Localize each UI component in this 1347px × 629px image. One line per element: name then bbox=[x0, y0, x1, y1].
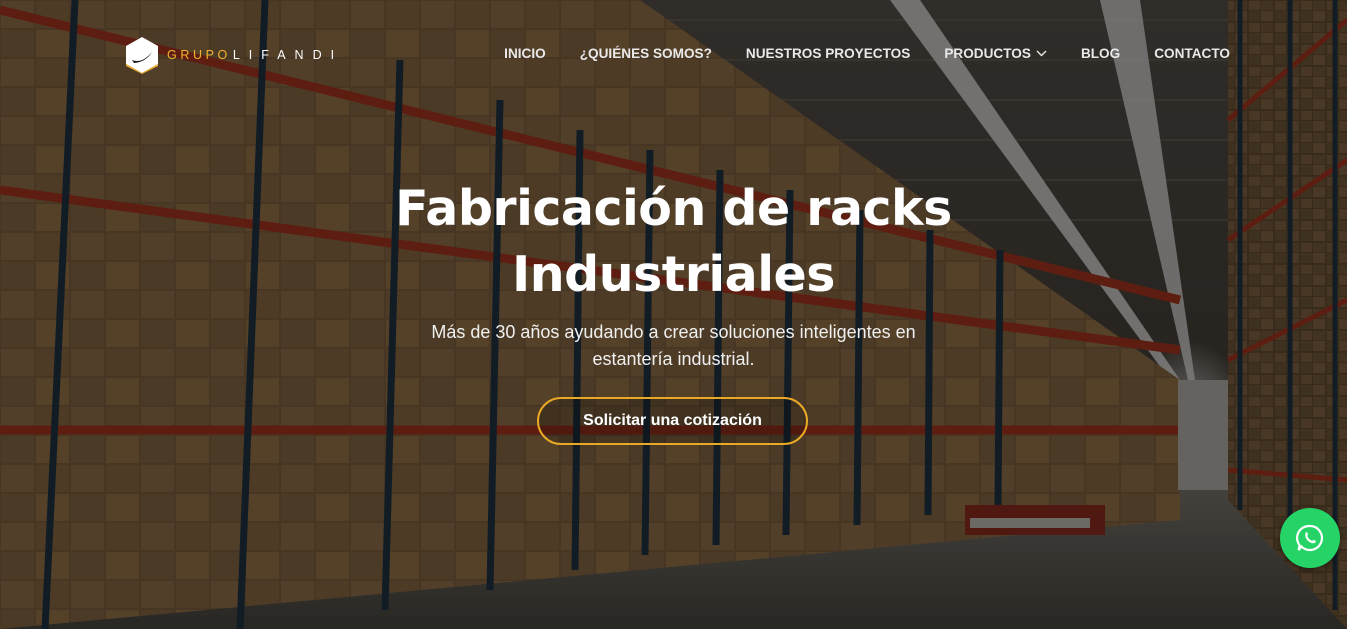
hero-title-line2: Industriales bbox=[512, 246, 835, 303]
nav-item-productos[interactable]: PRODUCTOS bbox=[944, 46, 1047, 61]
nav-label: ¿QUIÉNES SOMOS? bbox=[579, 46, 712, 61]
hexagon-logo-icon bbox=[126, 37, 158, 74]
chevron-down-icon bbox=[1036, 50, 1047, 57]
hero-title: Fabricación de racks Industriales bbox=[0, 176, 1347, 308]
brand-wordmark: GRUPO LIFANDI bbox=[167, 48, 343, 62]
nav-label: CONTACTO bbox=[1154, 46, 1230, 61]
nav-item-contacto[interactable]: CONTACTO bbox=[1154, 46, 1230, 61]
nav-item-quienes-somos[interactable]: ¿QUIÉNES SOMOS? bbox=[580, 46, 712, 61]
main-nav: INICIO ¿QUIÉNES SOMOS? NUESTROS PROYECTO… bbox=[504, 46, 1230, 61]
request-quote-button[interactable]: Solicitar una cotización bbox=[537, 397, 808, 445]
whatsapp-button[interactable] bbox=[1280, 508, 1340, 568]
nav-label: PRODUCTOS bbox=[944, 46, 1031, 61]
nav-label: BLOG bbox=[1080, 46, 1121, 61]
brand-name-part2: LIFANDI bbox=[232, 48, 344, 62]
nav-label: NUESTROS PROYECTOS bbox=[745, 46, 911, 61]
nav-item-blog[interactable]: BLOG bbox=[1081, 46, 1120, 61]
nav-label: INICIO bbox=[504, 46, 546, 61]
hero-subtitle: Más de 30 años ayudando a crear solucion… bbox=[431, 322, 916, 369]
nav-item-inicio[interactable]: INICIO bbox=[504, 46, 546, 61]
whatsapp-icon bbox=[1296, 524, 1324, 552]
nav-item-nuestros-proyectos[interactable]: NUESTROS PROYECTOS bbox=[746, 46, 910, 61]
hero-title-line1: Fabricación de racks bbox=[395, 180, 952, 237]
brand-logo[interactable]: GRUPO LIFANDI bbox=[124, 36, 343, 74]
request-quote-label: Solicitar una cotización bbox=[583, 412, 762, 429]
hero-section: Fabricación de racks Industriales Más de… bbox=[0, 176, 1347, 373]
brand-name-part1: GRUPO bbox=[167, 48, 231, 62]
